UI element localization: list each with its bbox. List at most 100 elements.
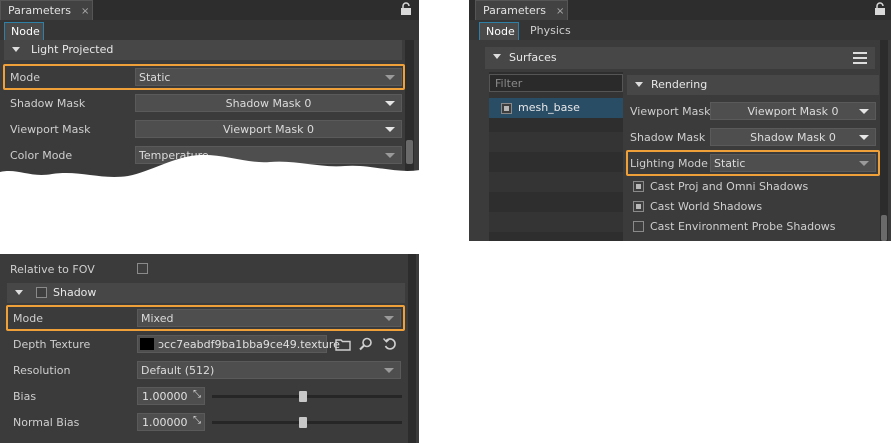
right-parameters-tab[interactable]: Parameters ×	[475, 0, 568, 20]
chevron-down-icon	[385, 101, 395, 106]
left-bottom-scrollbar[interactable]	[408, 254, 416, 443]
surfaces-list: Filter mesh_base	[489, 72, 623, 241]
bias-input[interactable]: 1.00000 ⤡	[137, 387, 205, 405]
texture-preview-swatch	[140, 338, 154, 350]
shadow-enable-checkbox[interactable]	[36, 287, 47, 298]
normal-bias-slider-handle[interactable]	[299, 417, 308, 428]
highlight-lighting-mode	[626, 150, 880, 176]
viewport-mask-value: Viewport Mask 0	[223, 123, 314, 136]
r-shadow-mask-dropdown[interactable]: Shadow Mask 0	[710, 128, 876, 146]
bias-value: 1.00000	[142, 390, 188, 403]
bias-label: Bias	[13, 390, 37, 403]
normal-bias-row: Normal Bias 1.00000 ⤡	[7, 411, 403, 433]
highlight-mode	[3, 64, 405, 90]
scrollbar-thumb[interactable]	[881, 215, 887, 241]
cast-env-probe-label: Cast Environment Probe Shadows	[650, 220, 836, 233]
reset-icon[interactable]	[383, 337, 397, 351]
normal-bias-label: Normal Bias	[13, 416, 80, 429]
right-subtabs: Node Physics	[469, 20, 891, 40]
cast-world-checkbox[interactable]	[633, 201, 644, 212]
left-titlebar: Parameters ×	[0, 0, 419, 20]
section-shadow[interactable]: Shadow	[7, 283, 405, 303]
depth-texture-row: Depth Texture ɔcc7eabdf9ba1bba9ce49.text…	[7, 333, 403, 355]
cast-proj-omni-row: Cast Proj and Omni Shadows	[627, 177, 879, 197]
collapse-arrow-icon[interactable]	[493, 54, 501, 59]
expand-arrows-icon[interactable]: ⤡	[193, 389, 201, 400]
surface-checkbox[interactable]	[501, 103, 512, 114]
r-shadow-mask-row: Shadow Mask Shadow Mask 0	[627, 126, 879, 148]
normal-bias-value: 1.00000	[142, 416, 188, 429]
folder-icon[interactable]	[335, 337, 351, 351]
depth-texture-field[interactable]: ɔcc7eabdf9ba1bba9ce49.texture	[137, 335, 340, 353]
section-title: Light Projected	[31, 43, 114, 56]
cast-env-probe-row: Cast Environment Probe Shadows	[627, 217, 879, 237]
hamburger-menu-icon[interactable]	[853, 51, 867, 65]
cast-proj-omni-label: Cast Proj and Omni Shadows	[650, 180, 809, 193]
section-title: Rendering	[651, 78, 708, 91]
bias-row: Bias 1.00000 ⤡	[7, 385, 403, 407]
filter-placeholder: Filter	[495, 77, 523, 90]
section-title: Surfaces	[509, 51, 557, 64]
expand-arrows-icon[interactable]: ⤡	[193, 415, 201, 426]
r-shadow-mask-label: Shadow Mask	[630, 131, 706, 144]
resolution-label: Resolution	[13, 364, 71, 377]
shadow-mask-dropdown[interactable]: Shadow Mask 0	[135, 94, 402, 112]
chevron-down-icon	[859, 135, 869, 140]
left-parameters-tab[interactable]: Parameters ×	[0, 0, 93, 20]
collapse-arrow-icon[interactable]	[635, 82, 643, 87]
relative-fov-checkbox[interactable]	[137, 263, 148, 274]
left-parameters-panel-bottom: Relative to FOV Shadow Mode Mixed Depth …	[0, 254, 419, 443]
right-titlebar: Parameters ×	[469, 0, 891, 20]
highlight-shadow-mode	[6, 305, 405, 331]
list-item[interactable]: mesh_base	[489, 98, 623, 118]
relative-fov-row: Relative to FOV	[4, 258, 404, 280]
relative-fov-label: Relative to FOV	[10, 263, 95, 276]
lock-icon[interactable]	[874, 2, 886, 16]
depth-texture-label: Depth Texture	[13, 338, 91, 351]
cast-world-label: Cast World Shadows	[650, 200, 763, 213]
r-viewport-mask-row: Viewport Mask Viewport Mask 0	[627, 100, 879, 122]
shadow-mask-value: Shadow Mask 0	[225, 97, 312, 110]
normal-bias-input[interactable]: 1.00000 ⤡	[137, 413, 205, 431]
r-shadow-mask-value: Shadow Mask 0	[750, 131, 836, 144]
collapse-arrow-icon[interactable]	[12, 47, 20, 52]
surface-name: mesh_base	[518, 101, 580, 114]
cast-proj-omni-checkbox[interactable]	[633, 181, 644, 192]
section-rendering[interactable]: Rendering	[627, 75, 879, 95]
chevron-down-icon	[384, 368, 394, 373]
resolution-value: Default (512)	[141, 364, 215, 377]
tab-node[interactable]: Node	[479, 22, 519, 40]
close-icon[interactable]: ×	[556, 6, 564, 17]
depth-texture-value: ɔcc7eabdf9ba1bba9ce49.texture	[158, 338, 340, 351]
r-viewport-mask-label: Viewport Mask	[630, 105, 711, 118]
collapse-arrow-icon[interactable]	[15, 290, 23, 295]
right-parameters-panel: Parameters × Node Physics Surfaces Filter…	[469, 0, 891, 241]
tab-physics[interactable]: Physics	[524, 22, 574, 40]
r-viewport-mask-value: Viewport Mask 0	[747, 105, 839, 118]
chevron-down-icon	[859, 109, 869, 114]
viewport-mask-row: Viewport Mask Viewport Mask 0	[4, 118, 404, 140]
resolution-row: Resolution Default (512)	[7, 359, 403, 381]
chevron-down-icon	[385, 127, 395, 132]
tab-node[interactable]: Node	[4, 22, 44, 40]
resolution-dropdown[interactable]: Default (512)	[137, 361, 401, 379]
section-light-projected[interactable]: Light Projected	[4, 40, 402, 60]
left-subtabs: Node	[0, 20, 419, 40]
close-icon[interactable]: ×	[81, 6, 89, 17]
lock-icon[interactable]	[400, 2, 412, 16]
search-icon[interactable]	[359, 337, 373, 351]
cast-world-row: Cast World Shadows	[627, 197, 879, 217]
right-scrollbar[interactable]	[880, 40, 888, 241]
r-viewport-mask-dropdown[interactable]: Viewport Mask 0	[710, 102, 876, 120]
shadow-mask-row: Shadow Mask Shadow Mask 0	[4, 92, 404, 114]
bias-slider-handle[interactable]	[299, 391, 308, 402]
viewport-mask-dropdown[interactable]: Viewport Mask 0	[135, 120, 402, 138]
left-parameters-title: Parameters	[8, 4, 71, 17]
viewport-mask-label: Viewport Mask	[10, 123, 91, 136]
filter-input[interactable]: Filter	[489, 74, 623, 92]
section-surfaces[interactable]: Surfaces	[485, 47, 875, 69]
section-title: Shadow	[53, 286, 97, 299]
shadow-mask-label: Shadow Mask	[10, 97, 86, 110]
right-parameters-title: Parameters	[483, 4, 546, 17]
cast-env-probe-checkbox[interactable]	[633, 221, 644, 232]
